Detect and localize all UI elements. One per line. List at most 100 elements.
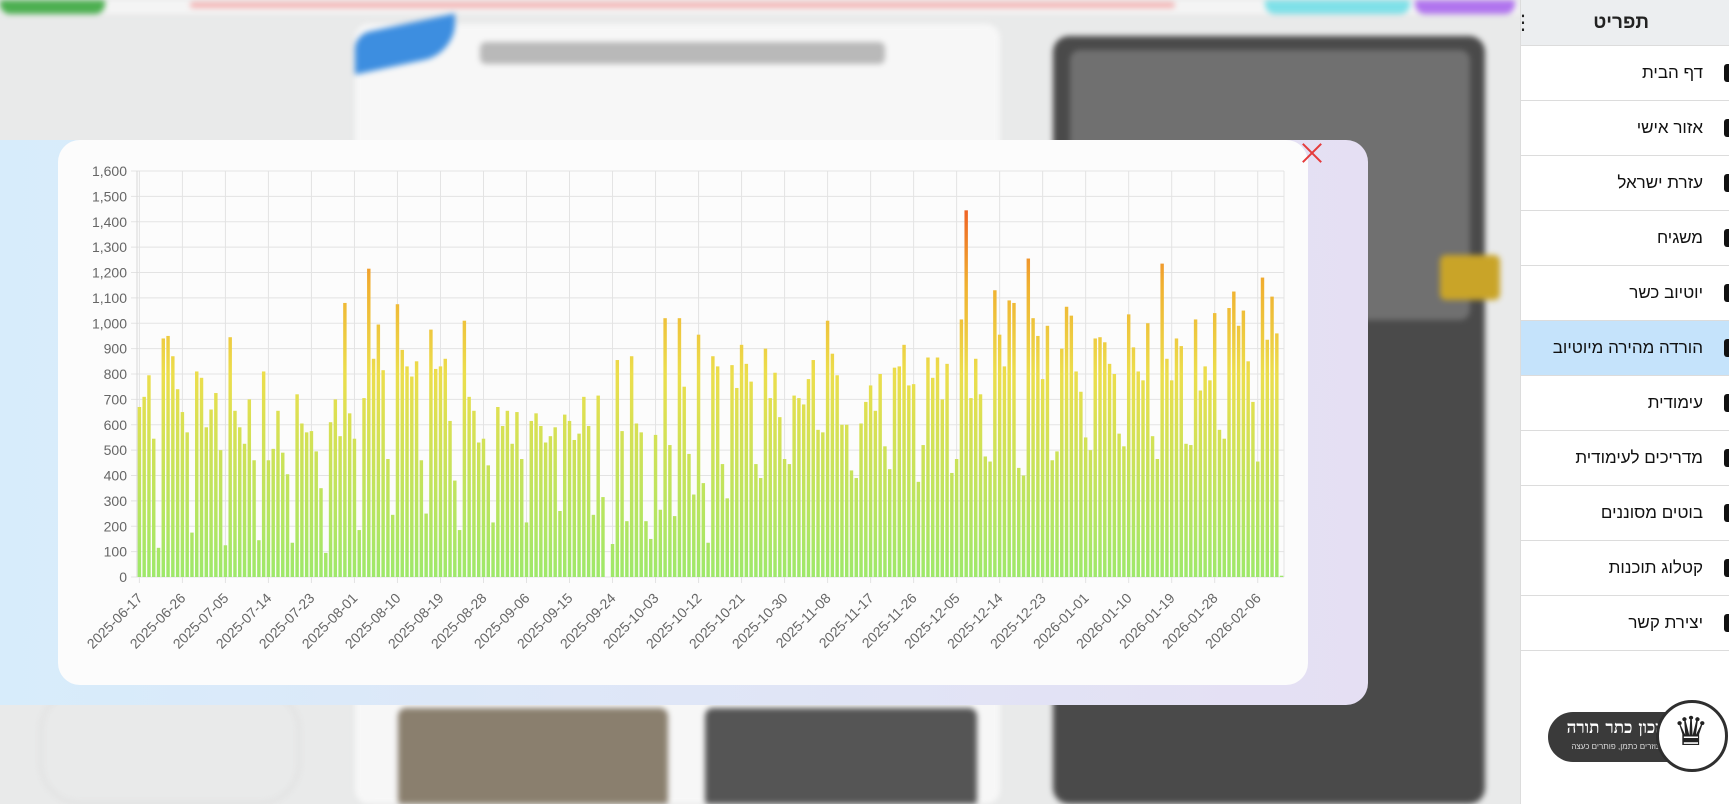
chart-bar	[596, 395, 600, 577]
chart-bar	[257, 540, 261, 577]
menu-title: תפריט	[1593, 11, 1649, 33]
youtube-icon	[1724, 284, 1729, 302]
y-tick-label: 100	[104, 544, 128, 560]
sidebar-item-personal-area[interactable]: אזור אישי	[1521, 101, 1729, 156]
y-tick-label: 900	[104, 341, 128, 357]
sidebar-menu: תפריט ⋮ דף הבית אזור אישי עזרת ישראל משג…	[1513, 0, 1729, 804]
chart-bar	[1040, 379, 1045, 577]
chart-bar	[830, 353, 835, 577]
chart-bar	[649, 538, 653, 577]
chart-bar	[481, 438, 486, 577]
chart-bar	[768, 398, 772, 577]
chart-bar	[1112, 374, 1117, 577]
chart-bar	[878, 374, 882, 577]
y-tick-label: 1,000	[92, 315, 127, 331]
chart-bar	[539, 426, 543, 577]
hamburger-icon[interactable]: ⋮	[1513, 10, 1533, 35]
chart-bar	[209, 409, 213, 577]
chart-bar	[414, 361, 419, 577]
chart-bar	[295, 394, 299, 577]
chart-bar	[926, 357, 930, 577]
chart-bar	[816, 429, 820, 577]
sidebar-item-filtered-bots[interactable]: בוטים מסוננים	[1521, 486, 1729, 541]
chart-bar	[242, 443, 247, 577]
y-tick-label: 1,600	[92, 163, 127, 179]
background-card-title	[480, 42, 885, 64]
chart-bar	[825, 320, 830, 577]
site-logo[interactable]: מכון כתר תורה עוזרים כתמן, פותרים כעצה	[1548, 700, 1728, 775]
chart-bar	[1069, 315, 1074, 577]
chart-bar	[1227, 308, 1231, 577]
sidebar-item-youtube-kosher[interactable]: יוטיוב כשר	[1521, 266, 1729, 321]
chart-bar	[993, 290, 997, 577]
chart-bar	[801, 404, 806, 577]
sidebar-item-home[interactable]: דף הבית	[1521, 46, 1729, 101]
background-thumbnail	[398, 708, 668, 804]
chart-bar	[496, 406, 500, 577]
chart-bar	[1126, 314, 1131, 577]
chart-bar	[725, 498, 729, 577]
chart-bar	[658, 509, 663, 577]
chart-bar	[1098, 337, 1102, 577]
chart-bar	[591, 514, 596, 577]
chart-bar	[290, 542, 295, 577]
chart-bar	[443, 358, 447, 577]
chart-bar	[467, 396, 471, 577]
chart-bar	[567, 420, 572, 577]
chart-bar	[1026, 258, 1031, 577]
chart-bar	[324, 552, 328, 577]
sidebar-item-label: עזרת ישראל	[1617, 173, 1703, 192]
chart-bar	[1169, 380, 1174, 577]
sidebar-item-label: משגיח	[1656, 228, 1703, 247]
chart-bar	[1083, 437, 1088, 577]
y-tick-label: 1,400	[92, 214, 127, 230]
background-thumbnail	[705, 708, 977, 804]
y-tick-label: 1,200	[92, 265, 127, 281]
sidebar-item-software-catalog[interactable]: קטלוג תוכנות	[1521, 541, 1729, 596]
sidebar-item-label: מדריכים לעימודית	[1575, 448, 1703, 467]
top-announcement	[190, 2, 1175, 8]
sidebar-item-imudit-guides[interactable]: מדריכים לעימודית	[1521, 431, 1729, 486]
chart-bar	[854, 478, 858, 577]
chart-bar	[429, 329, 433, 577]
chart-bar	[171, 356, 175, 577]
sidebar-item-label: קטלוג תוכנות	[1608, 558, 1703, 577]
chart-bar	[462, 320, 467, 577]
chart-bar	[644, 521, 648, 577]
chart-bar	[223, 545, 228, 577]
user-icon	[1724, 119, 1729, 137]
chart-bar	[883, 446, 887, 577]
sidebar-item-imudit[interactable]: עימודית	[1521, 376, 1729, 431]
chart-bar	[778, 417, 782, 577]
sidebar-item-youtube-download[interactable]: הורדה מהירה מיוטיוב	[1521, 321, 1729, 376]
chart-bar	[763, 348, 768, 578]
chart-bar	[916, 481, 921, 577]
chart-bar	[1136, 371, 1140, 577]
chart-bar	[1141, 380, 1145, 577]
chart-bar	[433, 368, 438, 577]
chart-bar	[730, 365, 734, 577]
chart-bar	[166, 335, 170, 577]
chart-bar	[988, 461, 992, 577]
chart-bar	[653, 434, 658, 577]
chart-bar	[1045, 325, 1050, 577]
y-tick-label: 800	[104, 366, 128, 382]
sidebar-item-mashgiach[interactable]: משגיח	[1521, 211, 1729, 266]
chart-bar	[276, 410, 280, 577]
chart-bar	[395, 304, 400, 577]
chart-bar	[582, 396, 586, 577]
sidebar-item-ezrat-israel[interactable]: עזרת ישראל	[1521, 156, 1729, 211]
chart-bar	[1050, 460, 1054, 577]
chart-bar	[529, 420, 533, 577]
chart-bar	[954, 459, 959, 577]
chart-bar	[620, 431, 624, 577]
chart-bar	[902, 344, 906, 577]
chart-bar	[472, 410, 476, 577]
y-tick-label: 600	[104, 417, 128, 433]
chart-bar	[897, 366, 901, 577]
top-purple-button	[1415, 0, 1515, 14]
chart-bar	[682, 386, 686, 577]
sidebar-item-contact[interactable]: יצירת קשר	[1521, 596, 1729, 651]
chart-bar	[543, 442, 548, 577]
chart-bar	[749, 381, 753, 577]
